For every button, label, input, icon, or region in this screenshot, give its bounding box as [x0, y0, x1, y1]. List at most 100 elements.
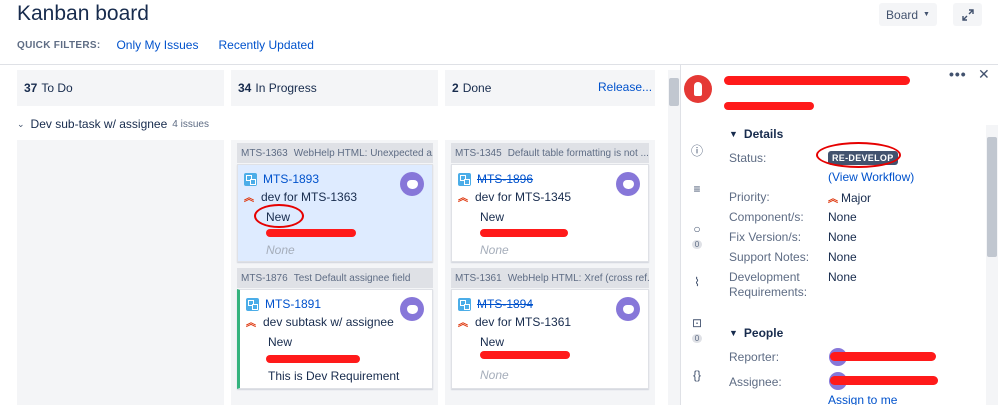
expand-icon — [961, 8, 974, 21]
priority-label: Priority: — [729, 190, 770, 204]
card-extra-field: None — [480, 368, 509, 382]
board-scrollbar[interactable] — [668, 70, 680, 405]
card-summary-row: ︽ dev for MTS-1361 — [458, 314, 572, 330]
issue-key[interactable]: MTS-1896 — [477, 172, 533, 186]
card-summary-row: ︽ dev subtask w/ assignee — [246, 314, 394, 330]
parent-summary: Default table formatting is not ... — [507, 147, 649, 159]
comment-icon[interactable]: ○ — [683, 222, 711, 236]
components-label: Component/s: — [729, 210, 804, 224]
card-extra-field: None — [266, 243, 295, 257]
parent-summary: WebHelp HTML: Unexpected a... — [293, 147, 433, 159]
avatar — [400, 172, 424, 196]
issue-status: New — [480, 210, 505, 224]
card-key-row: MTS-1894 — [458, 297, 533, 311]
parent-key: MTS-1363 — [241, 147, 288, 159]
parent-issue-bar[interactable]: MTS-1876 Test Default assignee field — [237, 268, 433, 288]
parent-key: MTS-1361 — [455, 272, 502, 284]
fix-version-label: Fix Version/s: — [729, 230, 802, 244]
subtask-icon — [244, 172, 257, 186]
panel-scrollbar[interactable] — [986, 125, 998, 405]
parent-issue-bar[interactable]: MTS-1361 WebHelp HTML: Xref (cross ref..… — [451, 268, 649, 288]
filter-recently-updated[interactable]: Recently Updated — [218, 38, 313, 52]
dev-requirement: This is Dev Requirement — [268, 369, 400, 383]
reporter-label: Reporter: — [729, 350, 780, 364]
issue-key[interactable]: MTS-1891 — [265, 297, 321, 311]
issue-key[interactable]: MTS-1893 — [263, 172, 319, 186]
assign-to-me-link[interactable]: Assign to me — [828, 393, 897, 405]
swimlane-title: Dev sub-task w/ assignee — [30, 117, 168, 131]
project-avatar — [684, 75, 712, 103]
chevron-down-icon: ▼ — [729, 129, 738, 139]
parent-issue-bar[interactable]: MTS-1345 Default table formatting is not… — [451, 143, 649, 163]
details-section-toggle[interactable]: ▼ Details — [729, 127, 783, 141]
support-notes-value: None — [828, 250, 857, 264]
issue-summary: dev for MTS-1361 — [475, 314, 572, 329]
board-button-label: Board — [886, 7, 919, 22]
redaction-mark — [724, 102, 814, 110]
priority-major-icon: ︽ — [828, 194, 838, 205]
release-link[interactable]: Release... — [598, 80, 652, 94]
board-dropdown-button[interactable]: Board ▼ — [879, 3, 937, 26]
attachment-icon[interactable]: ⌇ — [683, 275, 711, 289]
column-count: 34 — [238, 81, 252, 95]
parent-key: MTS-1876 — [241, 272, 288, 284]
priority-major-icon: ︽ — [458, 193, 468, 204]
parent-key: MTS-1345 — [455, 147, 502, 159]
priority-text: Major — [841, 191, 872, 205]
card-key-row: MTS-1891 — [246, 297, 321, 311]
priority-major-icon: ︽ — [458, 318, 468, 329]
header-divider — [0, 64, 998, 65]
parent-issue-bar[interactable]: MTS-1363 WebHelp HTML: Unexpected a... — [237, 143, 433, 163]
priority-value: ︽ Major — [828, 190, 871, 205]
people-title: People — [743, 326, 784, 340]
column-header-in-progress: 34 In Progress — [231, 70, 438, 106]
column-header-todo: 37 To Do — [17, 70, 224, 106]
subtask-count: 0 — [683, 334, 711, 343]
redaction-mark — [724, 76, 910, 85]
card-key-row: MTS-1893 — [244, 172, 319, 186]
issue-card[interactable]: MTS-1894 ︽ dev for MTS-1361 New None — [451, 289, 649, 389]
priority-major-icon: ︽ — [246, 318, 256, 329]
quick-filters-label: QUICK FILTERS: — [17, 39, 101, 51]
issue-status: New — [268, 335, 293, 349]
redaction-mark — [480, 229, 568, 237]
column-name: In Progress — [255, 81, 317, 95]
filter-only-my-issues[interactable]: Only My Issues — [116, 38, 198, 52]
issue-card[interactable]: MTS-1891 ︽ dev subtask w/ assignee New T… — [237, 289, 433, 389]
scrollbar-thumb[interactable] — [987, 137, 997, 257]
swimlane-header[interactable]: ⌄ Dev sub-task w/ assignee 4 issues — [17, 117, 209, 131]
description-icon[interactable]: ≡ — [683, 182, 711, 196]
subtask-icon — [458, 172, 471, 186]
comment-count: 0 — [683, 240, 711, 249]
avatar — [400, 297, 424, 321]
subtask-icon — [246, 297, 259, 311]
column-todo — [17, 140, 224, 405]
scrollbar-thumb[interactable] — [669, 78, 679, 106]
kanban-page: Kanban board Board ▼ QUICK FILTERS: Only… — [0, 0, 998, 405]
priority-major-icon: ︽ — [244, 193, 254, 204]
dev-requirements-label: Development Requirements: — [729, 270, 808, 299]
close-icon[interactable]: ✕ — [978, 66, 990, 83]
redaction-mark — [830, 376, 938, 385]
column-name: To Do — [41, 81, 73, 95]
details-title: Details — [743, 127, 784, 141]
issue-status: New — [480, 335, 505, 349]
redaction-mark — [266, 229, 356, 237]
issue-key[interactable]: MTS-1894 — [477, 297, 533, 311]
more-actions-icon[interactable]: ••• — [949, 66, 967, 82]
issue-summary: dev subtask w/ assignee — [263, 314, 394, 329]
info-icon[interactable]: ⓘ — [683, 142, 711, 159]
status-label: Status: — [729, 151, 767, 165]
panel-divider — [680, 65, 681, 405]
code-icon[interactable]: {} — [683, 368, 711, 382]
avatar — [616, 297, 640, 321]
components-value: None — [828, 210, 857, 224]
fullscreen-button[interactable] — [953, 3, 982, 26]
card-summary-row: ︽ dev for MTS-1363 — [244, 189, 357, 205]
quick-filters: QUICK FILTERS: Only My Issues Recently U… — [17, 38, 334, 52]
issue-card[interactable]: MTS-1896 ︽ dev for MTS-1345 New None — [451, 164, 649, 262]
subtask-view-icon[interactable]: ⊡ — [683, 316, 711, 330]
view-workflow-link[interactable]: (View Workflow) — [828, 170, 914, 184]
people-section-toggle[interactable]: ▼ People — [729, 326, 783, 340]
column-name: Done — [462, 81, 492, 95]
